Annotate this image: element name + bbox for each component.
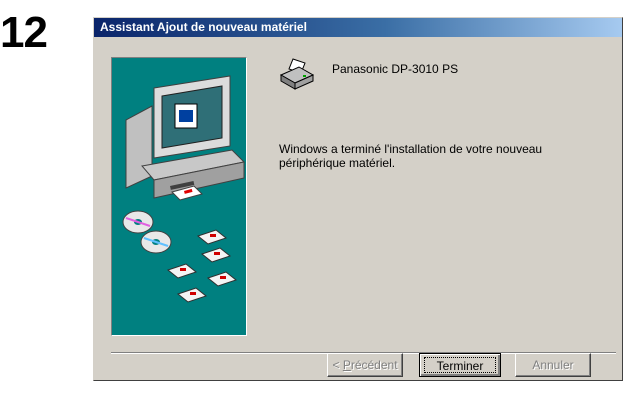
finish-button-label: Terminer	[424, 357, 496, 373]
window-title: Assistant Ajout de nouveau matériel	[94, 18, 622, 37]
add-hardware-wizard-dialog: Assistant Ajout de nouveau matériel Pana…	[93, 17, 623, 381]
printer-icon	[279, 57, 315, 93]
completion-message: Windows a terminé l'installation de votr…	[279, 142, 543, 170]
back-button[interactable]: < Précédent	[327, 353, 403, 377]
back-button-prefix: <	[332, 358, 343, 372]
finish-button[interactable]: Terminer	[419, 353, 501, 377]
cancel-button[interactable]: Annuler	[515, 353, 591, 377]
wizard-illustration	[111, 57, 247, 336]
computer-and-disks-illustration	[122, 75, 246, 303]
back-button-mnemonic: P	[342, 358, 351, 372]
device-name: Panasonic DP-3010 PS	[332, 62, 459, 76]
back-button-rest: récédent	[350, 358, 398, 372]
step-number: 12	[0, 8, 48, 57]
